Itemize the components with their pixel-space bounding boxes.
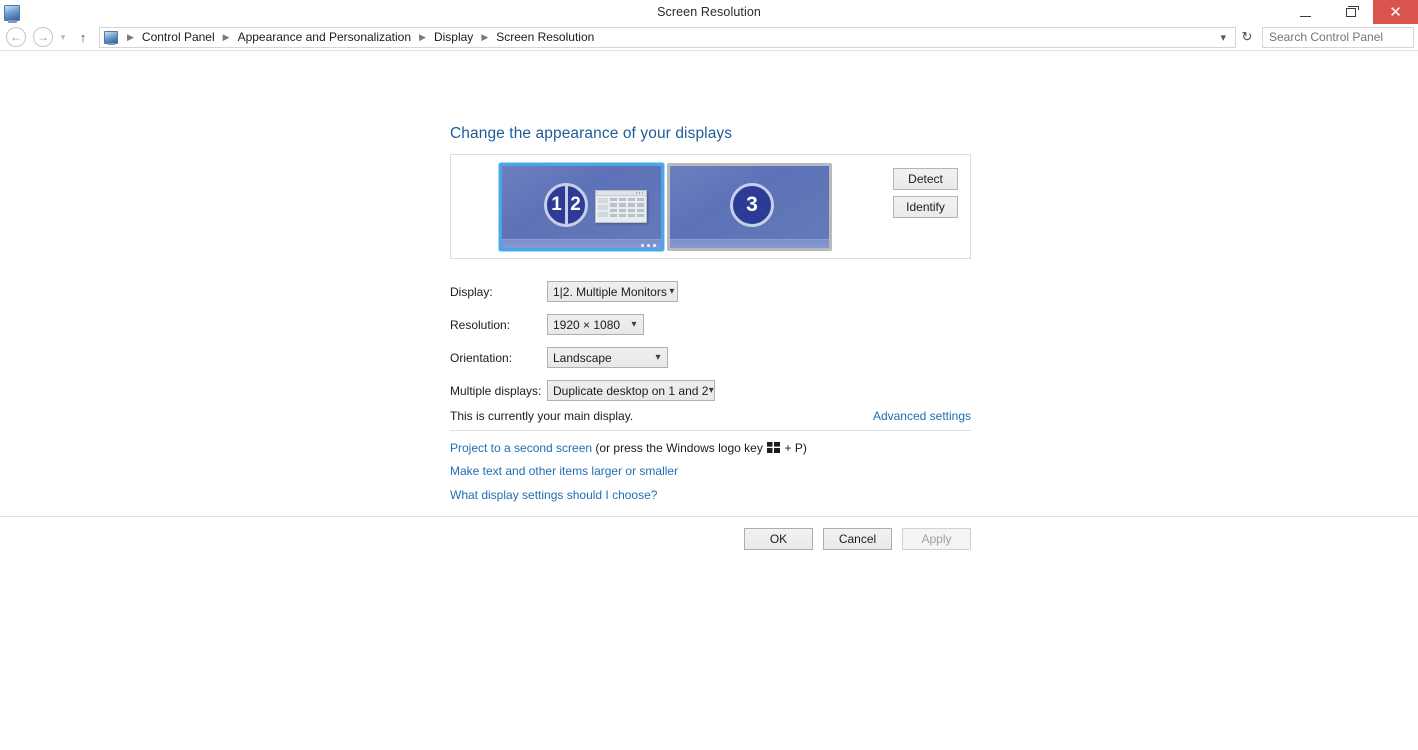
title-bar: Screen Resolution ✕ [0, 0, 1418, 24]
monitor-tile-3[interactable]: 3 [667, 163, 832, 251]
preview-window-thumbnail-icon [595, 190, 647, 223]
monitor-number-1: 1 [551, 194, 562, 215]
breadcrumb-separator-icon: ▶ [222, 31, 230, 42]
taskbar-dots-icon [641, 244, 656, 247]
orientation-label: Orientation: [450, 350, 513, 365]
breadcrumb-separator-icon: ▶ [481, 31, 489, 42]
apply-button: Apply [902, 528, 971, 550]
chevron-down-icon: ▾ [631, 319, 637, 330]
status-row: This is currently your main display. Adv… [450, 409, 971, 431]
forward-arrow-icon[interactable]: → [33, 27, 53, 47]
recent-locations-chevron-down-icon[interactable]: ▾ [56, 32, 70, 43]
address-bar: ← → ▾ ↑ ▶ Control Panel ▶ Appearance and… [0, 24, 1418, 51]
back-arrow-icon[interactable]: ← [6, 27, 26, 47]
window-title: Screen Resolution [657, 5, 761, 19]
monitor-1-2-screen: 1 2 [502, 166, 661, 248]
detect-button[interactable]: Detect [893, 168, 958, 190]
chevron-down-icon: ▾ [669, 286, 675, 297]
monitor-number-badge-3: 3 [730, 183, 774, 227]
close-button[interactable]: ✕ [1373, 0, 1418, 24]
chevron-down-icon: ▾ [708, 385, 714, 396]
monitor-preview-panel: 1 2 3 Detect Identify [450, 154, 971, 259]
chevron-down-icon: ▾ [655, 352, 661, 363]
cancel-button[interactable]: Cancel [823, 528, 892, 550]
breadcrumb-separator-icon: ▶ [419, 31, 426, 42]
orientation-select[interactable]: Landscape ▾ [547, 347, 668, 368]
settings-form: Display: 1|2. Multiple Monitors ▾ Resolu… [450, 275, 971, 407]
breadcrumb-item-screen-resolution[interactable]: Screen Resolution [494, 29, 596, 45]
thumbnail-grid [610, 198, 644, 217]
project-hint-prefix-text: (or press the Windows logo key [592, 441, 767, 455]
minimize-button[interactable] [1283, 0, 1328, 24]
multiple-displays-select[interactable]: Duplicate desktop on 1 and 2 ▾ [547, 380, 715, 401]
refresh-icon[interactable]: ↻ [1236, 29, 1258, 45]
form-row-orientation: Orientation: Landscape ▾ [450, 341, 971, 374]
project-hint-suffix-text: + P) [781, 441, 807, 455]
search-input[interactable] [1263, 29, 1418, 45]
resolution-select[interactable]: 1920 × 1080 ▾ [547, 314, 644, 335]
resolution-select-value: 1920 × 1080 [553, 317, 621, 332]
main-content: Change the appearance of your displays 1… [0, 51, 1418, 550]
thumbnail-titlebar [596, 191, 646, 196]
multiple-displays-label: Multiple displays: [450, 383, 542, 398]
resolution-label: Resolution: [450, 317, 511, 332]
project-to-second-screen-link[interactable]: Project to a second screen [450, 441, 592, 455]
footer-buttons: OK Cancel Apply [0, 528, 1418, 550]
address-history-chevron-down-icon[interactable]: ▾ [1213, 31, 1233, 44]
monitor-1-2-taskbar [502, 239, 661, 248]
form-row-resolution: Resolution: 1920 × 1080 ▾ [450, 308, 971, 341]
breadcrumb-separator-icon: ▶ [127, 31, 134, 42]
thumbnail-body [596, 196, 646, 219]
up-arrow-icon[interactable]: ↑ [74, 30, 92, 45]
main-display-status-text: This is currently your main display. [450, 409, 634, 423]
breadcrumb-item-display[interactable]: Display [432, 29, 475, 45]
windows-logo-icon [767, 442, 781, 453]
breadcrumb-item-appearance[interactable]: Appearance and Personalization [236, 29, 413, 45]
display-select-value: 1|2. Multiple Monitors [553, 284, 667, 299]
form-row-multiple-displays: Multiple displays: Duplicate desktop on … [450, 374, 971, 407]
restore-button[interactable] [1328, 0, 1373, 24]
monitor-3-taskbar [670, 239, 829, 248]
display-label: Display: [450, 284, 493, 299]
project-second-screen-row: Project to a second screen (or press the… [450, 441, 807, 455]
monitor-tile-1-2[interactable]: 1 2 [499, 163, 664, 251]
thumbnail-sidebar [598, 198, 608, 217]
make-text-larger-link[interactable]: Make text and other items larger or smal… [450, 464, 678, 478]
orientation-select-value: Landscape [553, 350, 612, 365]
form-row-display: Display: 1|2. Multiple Monitors ▾ [450, 275, 971, 308]
monitor-number-badge-1-2: 1 2 [544, 183, 588, 227]
preview-buttons: Detect Identify [893, 168, 958, 224]
advanced-settings-link[interactable]: Advanced settings [873, 409, 971, 423]
badge-divider [564, 183, 568, 227]
breadcrumb-display-icon [104, 30, 118, 45]
what-display-settings-link[interactable]: What display settings should I choose? [450, 488, 657, 502]
page-title: Change the appearance of your displays [450, 125, 733, 142]
monitor-number-2: 2 [570, 194, 581, 215]
display-select[interactable]: 1|2. Multiple Monitors ▾ [547, 281, 678, 302]
identify-button[interactable]: Identify [893, 196, 958, 218]
breadcrumb-item-control-panel[interactable]: Control Panel [140, 29, 217, 45]
monitor-3-screen: 3 [670, 166, 829, 248]
search-box[interactable]: ⚲ [1262, 26, 1418, 48]
footer-divider [0, 516, 1418, 517]
window-controls: ✕ [1283, 0, 1418, 24]
multiple-displays-select-value: Duplicate desktop on 1 and 2 [553, 383, 709, 398]
breadcrumb[interactable]: ▶ Control Panel ▶ Appearance and Persona… [99, 26, 1236, 48]
ok-button[interactable]: OK [744, 528, 813, 550]
